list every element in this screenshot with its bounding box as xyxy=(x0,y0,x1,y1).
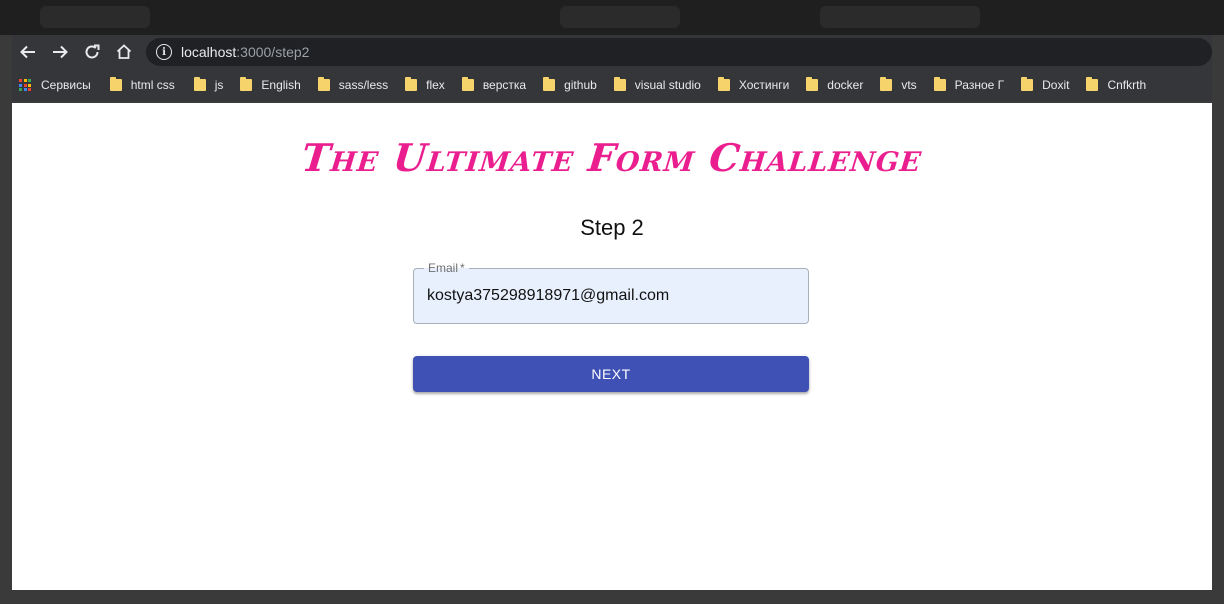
bookmark-label: Сервисы xyxy=(41,78,91,92)
arrow-left-icon xyxy=(20,45,35,59)
bookmark-folder[interactable]: English xyxy=(236,71,307,99)
bookmark-label: sass/less xyxy=(338,78,389,92)
folder-icon xyxy=(1021,77,1034,91)
folder-icon xyxy=(613,77,626,91)
folder-icon xyxy=(240,77,253,91)
tab-blur xyxy=(820,6,980,28)
folder-icon xyxy=(880,77,893,91)
next-button[interactable]: NEXT xyxy=(413,356,809,392)
address-bar[interactable]: i localhost:3000/step2 xyxy=(146,38,1212,66)
folder-icon xyxy=(1086,77,1099,91)
reload-button[interactable] xyxy=(76,36,108,68)
bookmark-label: github xyxy=(564,78,597,92)
tab-strip xyxy=(0,0,1224,35)
bookmark-folder[interactable]: Doxit xyxy=(1017,71,1076,99)
folder-icon xyxy=(109,77,122,91)
folder-icon xyxy=(461,77,474,91)
bookmark-folder[interactable]: Разное Г xyxy=(930,71,1011,99)
email-label-text: Email xyxy=(428,261,459,275)
bookmarks-bar: Сервисы html css js English sass/less fl… xyxy=(12,69,1212,101)
browser-window: i localhost:3000/step2 Сервисы html css … xyxy=(0,0,1224,604)
url-text: localhost:3000/step2 xyxy=(181,44,309,60)
bookmark-label: верстка xyxy=(482,78,527,92)
page-content: The Ultimate Form Challenge Step 2 Email… xyxy=(12,103,1212,590)
bookmark-folder[interactable]: верстка xyxy=(458,71,533,99)
url-host: localhost xyxy=(181,44,237,60)
bookmark-label: Разное Г xyxy=(954,78,1005,92)
bookmark-label: js xyxy=(214,78,224,92)
bookmark-label: Cnfkrth xyxy=(1107,78,1147,92)
bookmark-label: English xyxy=(261,78,301,92)
bookmark-label: vts xyxy=(901,78,917,92)
folder-icon xyxy=(806,77,819,91)
bookmark-folder[interactable]: vts xyxy=(876,71,923,99)
reload-icon xyxy=(85,44,100,59)
folder-icon xyxy=(543,77,556,91)
window-bottom-edge xyxy=(0,590,1224,604)
home-icon xyxy=(116,44,132,59)
bookmark-folder[interactable]: github xyxy=(539,71,604,99)
url-path: :3000/step2 xyxy=(236,44,310,60)
home-button[interactable] xyxy=(108,36,140,68)
back-button[interactable] xyxy=(12,36,44,68)
bookmark-folder[interactable]: docker xyxy=(802,71,870,99)
bookmark-folder[interactable]: Cnfkrth xyxy=(1082,71,1153,99)
email-label: Email * xyxy=(424,261,469,275)
bookmark-apps[interactable]: Сервисы xyxy=(15,71,98,99)
bookmark-folder[interactable]: js xyxy=(190,71,231,99)
folder-icon xyxy=(317,77,330,91)
browser-toolbar: i localhost:3000/step2 xyxy=(12,35,1212,69)
bookmark-folder[interactable]: Хостинги xyxy=(714,71,796,99)
page-title: The Ultimate Form Challenge xyxy=(299,135,925,180)
folder-icon xyxy=(405,77,418,91)
bookmark-label: Хостинги xyxy=(738,78,790,92)
email-input[interactable] xyxy=(427,285,797,307)
required-mark: * xyxy=(460,261,465,275)
apps-grid-icon xyxy=(19,79,31,91)
bookmark-folder[interactable]: sass/less xyxy=(314,71,395,99)
email-field[interactable]: Email * xyxy=(413,261,809,324)
tab-blur xyxy=(40,6,150,28)
bookmark-label: Doxit xyxy=(1042,78,1070,92)
info-icon[interactable]: i xyxy=(156,44,172,60)
tab-blur xyxy=(560,6,680,28)
bookmark-folder[interactable]: flex xyxy=(401,71,452,99)
bookmark-label: docker xyxy=(827,78,864,92)
bookmark-folder[interactable]: visual studio xyxy=(610,71,708,99)
bookmark-folder[interactable]: html css xyxy=(106,71,182,99)
bookmark-label: visual studio xyxy=(634,78,701,92)
folder-icon xyxy=(193,77,206,91)
bookmark-label: flex xyxy=(426,78,445,92)
step-heading: Step 2 xyxy=(580,215,644,240)
folder-icon xyxy=(933,77,946,91)
forward-button[interactable] xyxy=(44,36,76,68)
bookmark-label: html css xyxy=(130,78,175,92)
arrow-right-icon xyxy=(53,45,68,59)
folder-icon xyxy=(717,77,730,91)
